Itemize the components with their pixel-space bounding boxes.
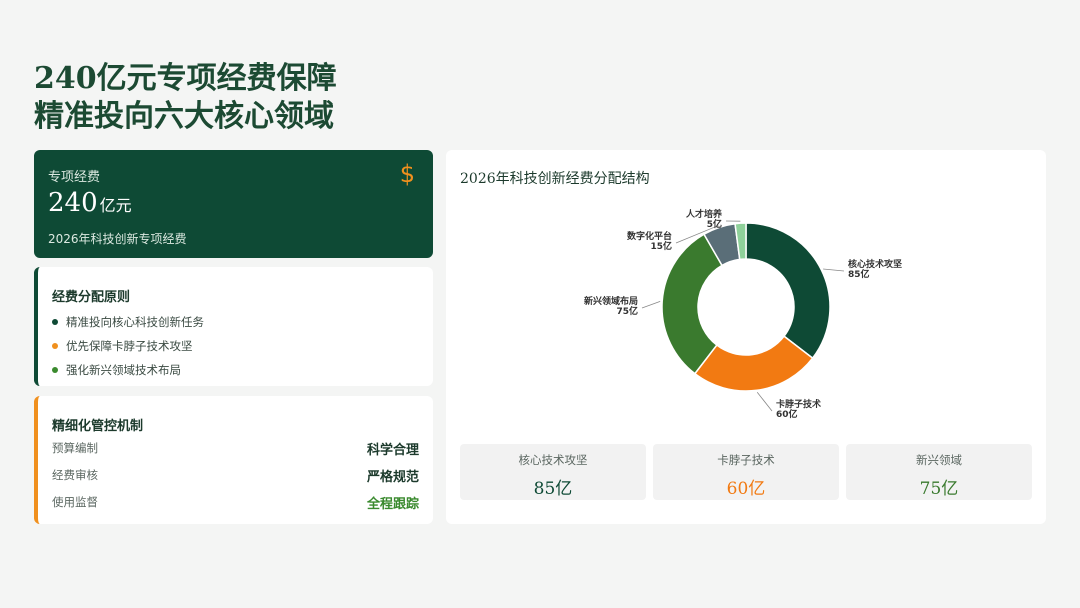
slice-value-label: 5亿 — [707, 218, 722, 230]
budget-label: 专项经费 — [48, 170, 101, 185]
principle-text: 优先保障卡脖子技术攻坚 — [66, 339, 193, 353]
control-heading: 精细化管控机制 — [52, 419, 144, 434]
leader-line — [823, 268, 845, 272]
list-item: 精准投向核心科技创新任务 — [52, 310, 204, 334]
stat-label: 核心技术攻坚 — [518, 453, 588, 467]
control-value: 严格规范 — [366, 469, 419, 485]
stat-value: 60亿 — [726, 479, 766, 499]
donut-slice — [745, 222, 831, 360]
stat-label: 新兴领域 — [916, 453, 962, 467]
budget-amount: 240 亿元 — [48, 188, 132, 218]
control-row: 使用监督 全程跟踪 — [52, 492, 419, 512]
control-value: 科学合理 — [366, 442, 419, 458]
stat-card: 核心技术攻坚 85亿 — [460, 444, 646, 500]
budget-amount-value: 240 — [48, 188, 98, 218]
leader-line — [756, 392, 773, 412]
slice-value-label: 75亿 — [616, 305, 638, 317]
control-key: 经费审核 — [52, 468, 98, 482]
principles-heading: 经费分配原则 — [52, 290, 131, 305]
principle-text: 精准投向核心科技创新任务 — [66, 315, 204, 329]
control-card: 精细化管控机制 预算编制 科学合理 经费审核 严格规范 使用监督 全程跟踪 — [34, 396, 433, 524]
stat-value: 75亿 — [919, 479, 959, 499]
donut-chart: 核心技术攻坚85亿卡脖子技术60亿 新兴领域布局75亿 数字化平台15亿 人才培养5亿 — [584, 208, 902, 420]
slice-name-label: 卡脖子技术 — [776, 398, 821, 410]
title-line-1: 240亿元专项经费保障 — [34, 61, 337, 96]
leader-line — [641, 300, 661, 309]
bullet-dot-icon — [52, 367, 58, 373]
slice-value-label: 60亿 — [776, 408, 798, 420]
control-value: 全程跟踪 — [366, 496, 419, 512]
chart-card: 2026年科技创新经费分配结构 核心技术攻坚 85亿 卡脖子技术 60亿 新兴领域布局 7… — [446, 150, 1046, 524]
stat-label: 卡脖子技术 — [717, 453, 775, 467]
budget-card: 专项经费 240 亿元 2026年科技创新专项经费 $ — [34, 150, 433, 258]
stat-card: 卡脖子技术 60亿 — [653, 444, 839, 500]
budget-subtitle: 2026年科技创新专项经费 — [48, 232, 187, 246]
page-title: 240亿元专项经费保障 精准投向六大核心领域 — [34, 60, 337, 136]
slice-name-label: 数字化平台 — [627, 230, 672, 242]
principles-list: 精准投向核心科技创新任务 优先保障卡脖子技术攻坚 强化新兴领域技术布局 — [52, 310, 204, 382]
bullet-dot-icon — [52, 319, 58, 325]
control-row: 经费审核 严格规范 — [52, 465, 419, 485]
budget-amount-unit: 亿元 — [99, 196, 132, 215]
list-item: 强化新兴领域技术布局 — [52, 358, 204, 382]
slice-value-label: 15亿 — [650, 240, 672, 252]
slice-name-label: 新兴领域布局 — [584, 295, 638, 307]
list-item: 优先保障卡脖子技术攻坚 — [52, 334, 204, 358]
stat-card: 新兴领域 75亿 — [846, 444, 1032, 500]
control-key: 使用监督 — [52, 495, 98, 509]
dollar-icon: $ — [399, 160, 415, 188]
slice-name-label: 人才培养 — [685, 208, 722, 220]
stat-value: 85亿 — [533, 479, 573, 499]
bullet-dot-icon — [52, 343, 58, 349]
title-line-2: 精准投向六大核心领域 — [34, 99, 334, 134]
slice-value-label: 85亿 — [848, 268, 870, 280]
control-key: 预算编制 — [52, 441, 98, 455]
slice-name-label: 核心技术攻坚 — [848, 258, 902, 270]
principles-card: 经费分配原则 精准投向核心科技创新任务 优先保障卡脖子技术攻坚 强化新兴领域技术… — [34, 267, 433, 386]
control-row: 预算编制 科学合理 — [52, 438, 419, 458]
principle-text: 强化新兴领域技术布局 — [66, 363, 181, 377]
